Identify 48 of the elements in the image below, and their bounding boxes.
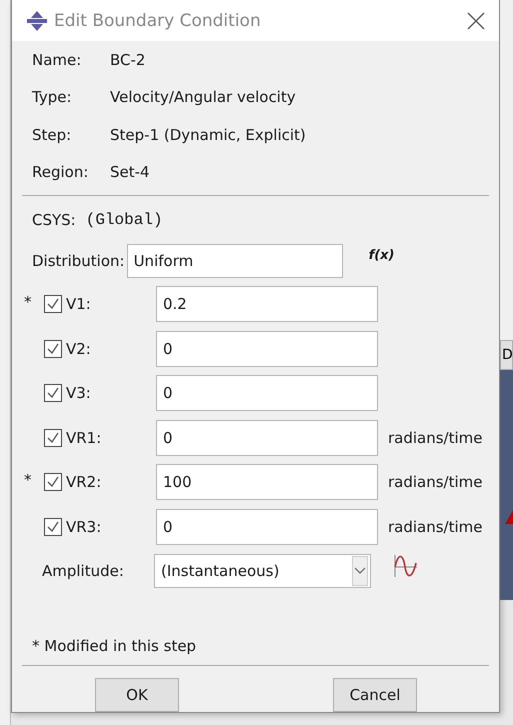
field-value: Velocity/Angular velocity (110, 88, 296, 106)
triangle-icon (505, 510, 513, 524)
value-field[interactable]: 0 (156, 375, 378, 412)
component-label: V2: (66, 340, 92, 358)
amplitude-dropdown[interactable]: (Instantaneous) (154, 554, 371, 588)
field-label: Name: (32, 50, 82, 69)
component-label: V3: (66, 384, 92, 402)
field-value: BC-2 (110, 50, 146, 69)
unit-label: radians/time (388, 473, 483, 492)
dialog-button[interactable]: OK (95, 678, 179, 712)
unit-label: radians/time (388, 518, 483, 536)
window-title: Edit Boundary Condition (54, 10, 262, 30)
amplitude-label: Amplitude: (42, 562, 125, 580)
component-label: VR2: (66, 473, 102, 492)
checkbox[interactable] (44, 340, 62, 358)
checkbox[interactable] (44, 473, 62, 492)
component-label: VR1: (66, 428, 102, 447)
value-field[interactable]: 0 (156, 330, 378, 367)
chevron-down-icon (354, 567, 366, 575)
field-label: Step: (32, 126, 72, 144)
field-label: Type: (32, 88, 73, 106)
checkbox[interactable] (44, 295, 62, 314)
value-field[interactable]: 0 (156, 420, 378, 456)
dialog-button[interactable]: Cancel (333, 678, 417, 712)
wave-icon[interactable] (393, 553, 419, 579)
value-field[interactable]: 100 (156, 464, 378, 500)
component-label: VR3: (66, 518, 102, 536)
background-button[interactable]: D (500, 340, 513, 370)
value-field[interactable]: 0 (156, 508, 378, 545)
field-value: Set-4 (110, 163, 150, 182)
csys-value: (Global) (86, 211, 163, 229)
checkbox[interactable] (44, 518, 62, 536)
distribution-label: Distribution: (32, 252, 125, 270)
checkbox[interactable] (44, 428, 62, 447)
footnote: * Modified in this step (31, 636, 198, 657)
value-field[interactable]: 0.2 (156, 286, 378, 322)
function-button[interactable]: f(x) (368, 248, 395, 263)
field-value: Step-1 (Dynamic, Explicit) (110, 126, 306, 144)
modified-marker: * (23, 293, 32, 311)
checkbox[interactable] (44, 384, 62, 402)
close-icon[interactable] (467, 12, 485, 30)
unit-label: radians/time (388, 428, 483, 447)
csys-label: CSYS: (32, 211, 76, 229)
app-icon (26, 10, 48, 32)
field-label: Region: (32, 163, 90, 182)
distribution-field[interactable]: Uniform (126, 244, 343, 278)
component-label: V1: (66, 295, 92, 314)
modified-marker: * (23, 471, 32, 489)
